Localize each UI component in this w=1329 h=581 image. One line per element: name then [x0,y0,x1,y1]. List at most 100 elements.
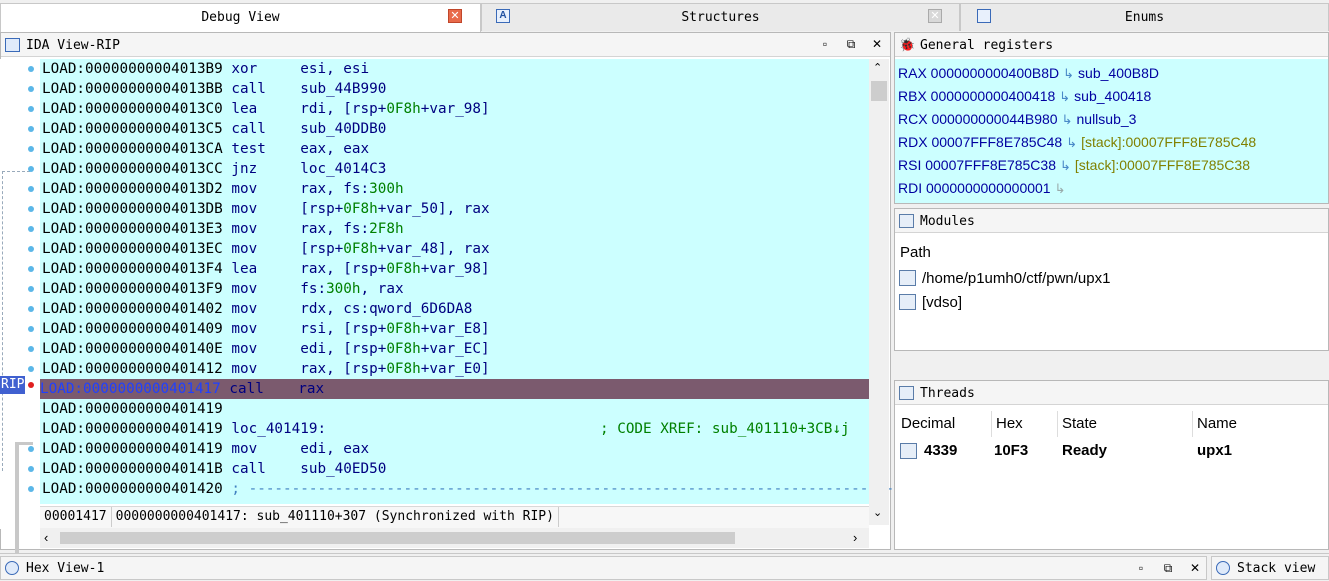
vertical-scroll-thumb[interactable] [871,81,887,101]
jump-arrow-icon[interactable]: ↳ [1059,89,1070,104]
register-value[interactable]: 0000000000400418 [927,88,1056,104]
modules-header: Modules [895,209,1328,233]
tab-structures-label: Structures [681,10,760,25]
segment-prefix: LOAD: [42,401,86,417]
address: 0000000000401419 [85,401,223,417]
registers-list: RAX 0000000000400B8D ↳ sub_400B8D RBX 00000… [895,59,1328,203]
operands: eax, eax [300,141,370,157]
horizontal-scroll-thumb[interactable] [60,532,735,544]
disasm-line[interactable]: LOAD:00000000004013C0 lea rdi, [rsp+0F8h… [42,99,490,119]
disasm-line[interactable]: LOAD:00000000004013F4 lea rax, [rsp+0F8h… [42,259,490,279]
disasm-line[interactable]: LOAD:00000000004013CC jnz loc_4014C3 [42,159,386,179]
tab-structures[interactable]: A Structures ✕ [481,3,960,31]
operands: sub_40ED50 [300,461,387,477]
minimize-icon[interactable]: ▫ [818,37,832,51]
register-value[interactable]: 000000000044B980 [928,111,1057,127]
close-icon[interactable]: ✕ [448,9,462,23]
table-row[interactable]: 4339 10F3 Ready upx1 [895,439,1328,463]
module-path: [vdso] [922,294,963,311]
register-value[interactable]: 00007FFF8E785C48 [928,134,1062,150]
close-icon[interactable]: ✕ [1188,561,1202,575]
mnemonic: mov [222,221,301,237]
disassembly-listing[interactable]: LOAD:00000000004013B9 xor esi, esi LOAD:0… [40,59,894,504]
column-state[interactable]: State [1058,411,1193,437]
scroll-up-icon[interactable]: ⌃ [873,61,882,74]
disasm-line[interactable]: LOAD:0000000000401419 [42,399,223,419]
segment-prefix: LOAD: [42,421,86,437]
segment-prefix: LOAD: [42,221,86,237]
tab-debug-view[interactable]: Debug View ✕ [0,3,481,32]
hex-view-tab[interactable]: Hex View-1 ▫ ⧉ ✕ [0,556,1207,580]
column-hex[interactable]: Hex [992,411,1058,437]
xref-comment: ; CODE XREF: sub_401110+3CB↓j [600,421,850,437]
module-row[interactable]: /home/p1umh0/ctf/pwn/upx1 [899,268,1110,290]
mnemonic: mov [222,321,301,337]
address: 00000000004013CC [85,161,223,177]
disasm-line[interactable]: LOAD:00000000004013E3 mov rax, fs:2F8h [42,219,404,239]
disasm-line[interactable]: LOAD:0000000000401409 mov rsi, [rsp+0F8h… [42,319,490,339]
mnemonic: call [220,381,299,397]
horizontal-scrollbar[interactable]: ‹ › [40,528,869,548]
disasm-line[interactable]: LOAD:0000000000401420 ; ----------------… [42,479,894,499]
scroll-left-icon[interactable]: ‹ [44,530,48,545]
operands: loc_4014C3 [300,161,387,177]
scroll-right-icon[interactable]: › [853,530,857,545]
register-value[interactable]: 00007FFF8E785C38 [921,157,1056,173]
disasm-line[interactable]: LOAD:0000000000401417 call rax [40,379,869,399]
register-row[interactable]: RAX 0000000000400B8D ↳ sub_400B8D [898,62,1159,84]
mnemonic: mov [222,181,301,197]
disasm-line[interactable]: LOAD:00000000004013BB call sub_44B990 [42,79,386,99]
line-marker-dot-icon [28,346,34,352]
segment-prefix: LOAD: [42,61,86,77]
register-name: RAX [898,65,927,81]
jump-arrow-icon[interactable]: ↳ [1055,181,1066,196]
stack-view-tab[interactable]: Stack view [1211,556,1329,580]
disasm-line[interactable]: LOAD:00000000004013EC mov [rsp+0F8h+var_… [42,239,490,259]
jump-arrow-icon[interactable]: ↳ [1066,135,1077,150]
module-row[interactable]: [vdso] [899,292,962,314]
column-name[interactable]: Name [1193,411,1328,437]
disasm-line[interactable]: LOAD:00000000004013B9 xor esi, esi [42,59,369,79]
disasm-line[interactable]: LOAD:0000000000401402 mov rdx, cs:qword_… [42,299,472,319]
disasm-line[interactable]: LOAD:0000000000401419 loc_401419: ; CODE … [42,419,850,439]
address: 0000000000401417 [83,381,221,397]
modules-panel: Modules Path /home/p1umh0/ctf/pwn/upx1 [… [894,208,1329,351]
modules-title: Modules [920,214,975,229]
operands: rsi, [rsp+0F8h+var_E8] [300,321,490,337]
line-marker-dot-icon [28,166,34,172]
jump-arrow-icon[interactable]: ↳ [1062,112,1073,127]
disasm-line[interactable]: LOAD:00000000004013D2 mov rax, fs:300h [42,179,404,199]
scroll-down-icon[interactable]: ⌄ [873,506,882,519]
disasm-line[interactable]: LOAD:000000000040141B call sub_40ED50 [42,459,386,479]
tab-enums[interactable]: Enums [960,3,1329,31]
disasm-line[interactable]: LOAD:00000000004013DB mov [rsp+0F8h+var_… [42,199,490,219]
restore-icon[interactable]: ⧉ [1161,561,1175,575]
column-decimal[interactable]: Decimal [897,411,992,437]
line-marker-dot-icon [28,466,34,472]
register-row[interactable]: RDX 00007FFF8E785C48 ↳ [stack]:00007FFF8E7… [898,131,1256,153]
register-row[interactable]: RSI 00007FFF8E785C38 ↳ [stack]:00007FFF8E7… [898,154,1250,176]
register-value[interactable]: 0000000000400B8D [927,65,1059,81]
address: 00000000004013E3 [85,221,223,237]
minimize-icon[interactable]: ▫ [1134,561,1148,575]
vertical-scrollbar[interactable]: ⌃ ⌄ [869,59,889,525]
register-row[interactable]: RBX 0000000000400418 ↳ sub_400418 [898,85,1151,107]
address: 00000000004013C0 [85,101,223,117]
disasm-line[interactable]: LOAD:0000000000401412 mov rax, [rsp+0F8h… [42,359,490,379]
segment-prefix: LOAD: [42,81,86,97]
close-icon[interactable]: ✕ [870,37,884,51]
register-row[interactable]: RCX 000000000044B980 ↳ nullsub_3 [898,108,1136,130]
close-icon[interactable]: ✕ [928,9,942,23]
jump-arrow-icon[interactable]: ↳ [1063,66,1074,81]
disasm-line[interactable]: LOAD:00000000004013C5 call sub_40DDB0 [42,119,386,139]
disasm-line[interactable]: LOAD:00000000004013CA test eax, eax [42,139,369,159]
register-row[interactable]: RDI 0000000000000001 ↳ [898,177,1070,199]
address: 0000000000401402 [85,301,223,317]
disasm-line[interactable]: LOAD:000000000040140E mov edi, [rsp+0F8h… [42,339,490,359]
disasm-line[interactable]: LOAD:00000000004013F9 mov fs:300h, rax [42,279,404,299]
jump-arrow-icon[interactable]: ↳ [1060,158,1071,173]
restore-icon[interactable]: ⧉ [844,37,858,51]
disasm-line[interactable]: LOAD:0000000000401419 mov edi, eax [42,439,369,459]
address: 0000000000401420 [85,481,223,497]
register-value[interactable]: 0000000000000001 [922,180,1051,196]
